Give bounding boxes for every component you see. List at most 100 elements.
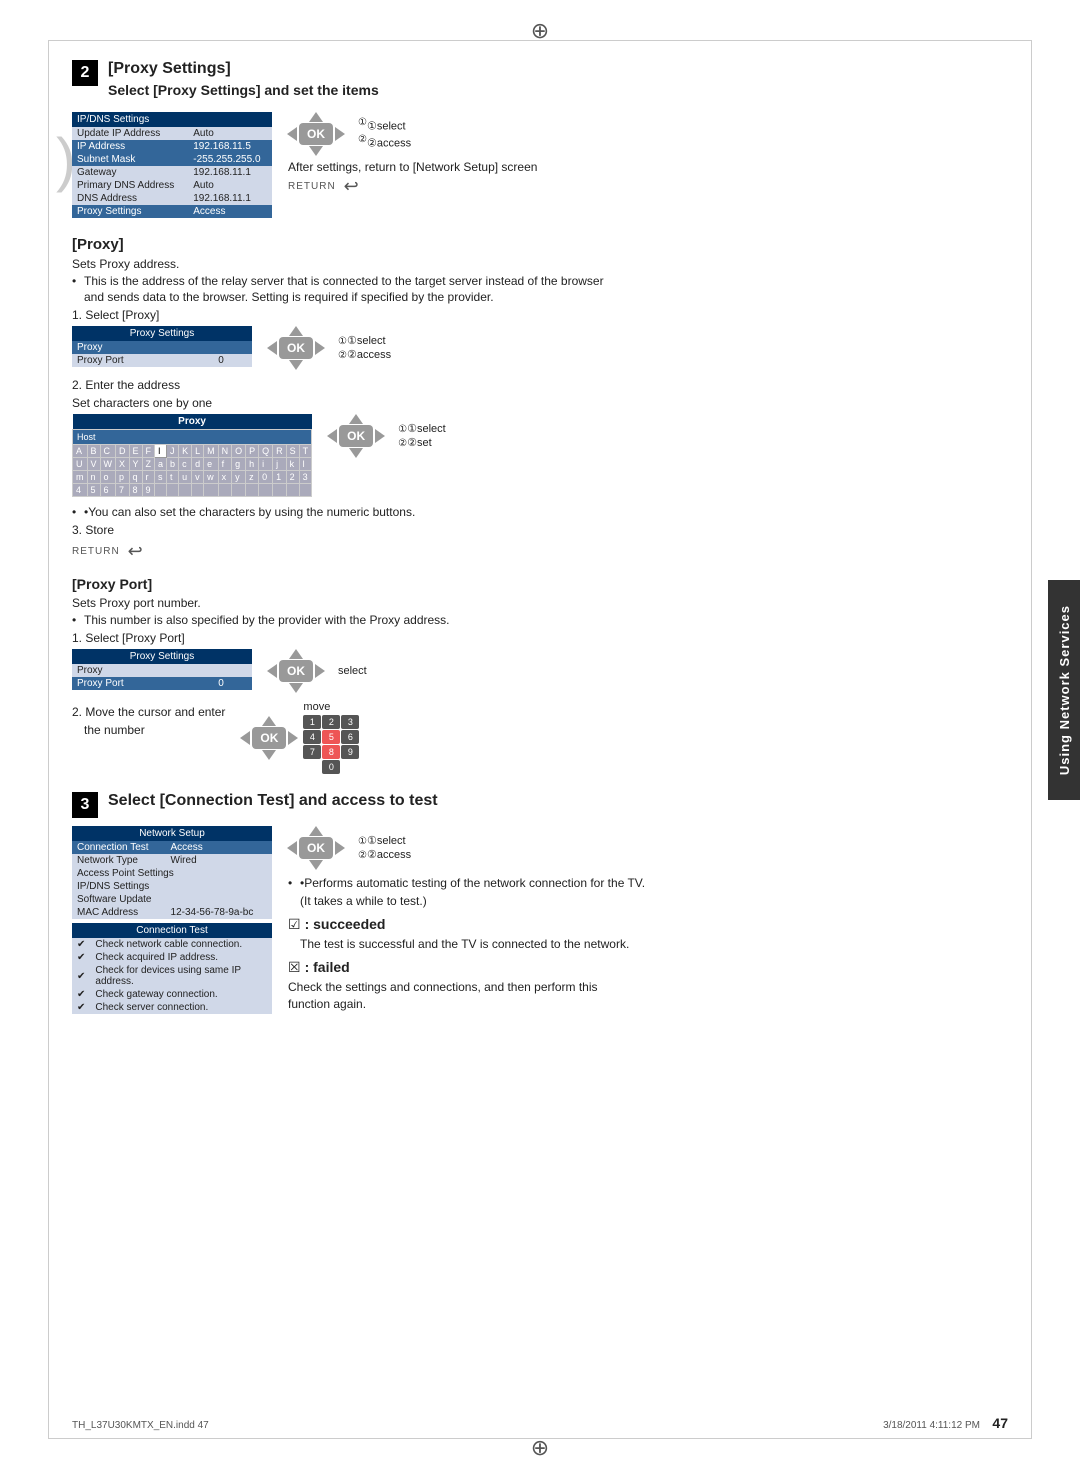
proxy-port-ok-block: OK select xyxy=(268,649,367,693)
proxy-set-label: ②②set xyxy=(398,436,446,449)
proxy-port-step1-content: Proxy Settings Proxy Proxy Port 0 xyxy=(72,649,1008,693)
proxy-port-step2b: the number xyxy=(72,723,225,737)
proxy-port-table: Proxy Settings Proxy Proxy Port 0 xyxy=(72,649,252,690)
row-label: Network Type xyxy=(72,854,166,867)
key-7: 7 xyxy=(303,745,321,759)
proxy-step2: 2. Enter the address xyxy=(72,378,1008,392)
key-0: 0 xyxy=(322,760,340,774)
move-annotation: move 1 2 3 4 5 6 7 8 9 0 xyxy=(303,701,359,774)
check-mark-icon: ☑ xyxy=(288,916,301,933)
proxy-annotation-2: ①①select ②②set xyxy=(398,422,446,450)
section2-title: [Proxy Settings] xyxy=(108,60,379,78)
section3-title: Select [Connection Test] and access to t… xyxy=(108,792,438,810)
proxy-port-table-col: Proxy Settings Proxy Proxy Port 0 xyxy=(72,649,252,690)
proxy-annotation: ①①select ②②access xyxy=(338,334,391,362)
section3-num: 3 xyxy=(72,792,98,818)
proxy-step1-content: Proxy Settings Proxy Proxy Port 0 xyxy=(72,326,1008,370)
table-row: Connection Test Access xyxy=(72,841,272,854)
section3-header: 3 Select [Connection Test] and access to… xyxy=(72,792,1008,818)
proxy-bullet1-cont: and sends data to the browser. Setting i… xyxy=(72,290,1008,304)
failed-block: ☒ : failed xyxy=(288,959,645,976)
compass-top-icon: ⊕ xyxy=(531,18,549,44)
proxy-settings-header: Proxy Settings xyxy=(72,326,252,341)
conn-test-table: Connection Test ✔ Check network cable co… xyxy=(72,923,272,1014)
key-4: 4 xyxy=(303,730,321,744)
ipdns-header: IP/DNS Settings xyxy=(72,112,272,127)
section3-select-label: ①①select xyxy=(358,834,411,847)
proxy-port-annotation: select xyxy=(338,665,367,678)
row-label: DNS Address xyxy=(72,192,188,205)
access-label: ②②access xyxy=(358,134,411,150)
section3-content: Network Setup Connection Test Access Net… xyxy=(72,826,1008,1014)
proxy-return-label: RETURN xyxy=(72,546,120,557)
proxy-kb-header: Proxy xyxy=(73,414,312,430)
table-row: IP/DNS Settings xyxy=(72,880,272,893)
right-margin xyxy=(1031,40,1032,1439)
ok-button-icon-3: OK xyxy=(328,414,384,458)
table-row: Proxy Settings Access xyxy=(72,205,272,218)
key-6: 6 xyxy=(341,730,359,744)
proxy-access-label: ②②access xyxy=(338,348,391,361)
proxy-ok-block-2: OK ①①select ②②set xyxy=(328,414,446,458)
footer-left: TH_L37U30KMTX_EN.indd 47 xyxy=(72,1420,209,1431)
row-label: Connection Test xyxy=(72,841,166,854)
table-row: Proxy xyxy=(72,341,252,354)
section3: 3 Select [Connection Test] and access to… xyxy=(72,792,1008,1014)
check-label: Check gateway connection. xyxy=(90,988,272,1001)
row-label: Update IP Address xyxy=(72,127,188,140)
ok-button-icon-6: OK xyxy=(288,826,344,870)
section3-performs-note: •Performs automatic testing of the netwo… xyxy=(288,876,645,890)
key-3: 3 xyxy=(341,715,359,729)
proxy-title: [Proxy] xyxy=(72,236,1008,253)
conn-test-header: Connection Test xyxy=(72,923,272,938)
row-value: 192.168.11.5 xyxy=(188,140,272,153)
row-value: Auto xyxy=(188,127,272,140)
check-icon: ✔ xyxy=(72,964,90,988)
footer-right: 3/18/2011 4:11:12 PM xyxy=(883,1420,980,1431)
x-mark-icon: ☒ xyxy=(288,959,301,976)
proxy-settings-table: Proxy Settings Proxy Proxy Port 0 xyxy=(72,326,252,367)
proxy-step2b: Set characters one by one xyxy=(72,396,1008,410)
proxy-step3: 3. Store xyxy=(72,523,1008,537)
succeeded-block: ☑ : succeeded xyxy=(288,916,645,933)
keyboard-row-3: mno pqr stu vwx yz0 123 xyxy=(73,471,312,484)
check-icon: ✔ xyxy=(72,988,90,1001)
table-row: Proxy xyxy=(72,664,252,677)
ipdns-settings-table: IP/DNS Settings Update IP Address Auto I… xyxy=(72,112,272,218)
row-label: Gateway xyxy=(72,166,188,179)
row-value: -255.255.255.0 xyxy=(188,153,272,166)
network-setup-header: Network Setup xyxy=(72,826,272,841)
ok-button-icon-5: OK xyxy=(241,716,297,760)
row-value: 0 xyxy=(213,677,252,690)
check-label: Check network cable connection. xyxy=(90,938,272,951)
proxy-port-step2-content: 2. Move the cursor and enter the number … xyxy=(72,701,1008,774)
numeric-keypad: 1 2 3 4 5 6 7 8 9 0 xyxy=(303,715,359,774)
return-row: RETURN ↩ xyxy=(288,176,537,197)
side-tab-label: Using Network Services xyxy=(1057,605,1072,775)
compass-bottom-icon: ⊕ xyxy=(531,1435,549,1461)
ok-button-icon-2: OK xyxy=(268,326,324,370)
table-row: ✔ Check acquired IP address. xyxy=(72,951,272,964)
table-row: ✔ Check network cable connection. xyxy=(72,938,272,951)
return-icon: ↩ xyxy=(344,176,359,197)
row-label: Proxy xyxy=(72,341,252,354)
check-icon: ✔ xyxy=(72,1001,90,1014)
keyboard-row-1: ABC DEF I JKL MNO PQR ST xyxy=(73,445,312,458)
table-row: Subnet Mask -255.255.255.0 xyxy=(72,153,272,166)
proxy-port-step1: 1. Select [Proxy Port] xyxy=(72,631,1008,645)
section2-ok-block: OK ①①select ②②access After settings, ret… xyxy=(288,112,537,205)
key-2: 2 xyxy=(322,715,340,729)
proxy-port-section: [Proxy Port] Sets Proxy port number. Thi… xyxy=(72,576,1008,774)
keyboard-row-2: UVW XYZ abc def ghi jkl xyxy=(73,458,312,471)
failed-desc2: function again. xyxy=(288,997,645,1011)
table-row: DNS Address 192.168.11.1 xyxy=(72,192,272,205)
proxy-step2-content: Proxy Host ABC DEF I JKL MNO PQR ST U xyxy=(72,414,1008,497)
row-label: Access Point Settings xyxy=(72,867,272,880)
section2-content: IP/DNS Settings Update IP Address Auto I… xyxy=(72,112,1008,222)
section3-ok-block: OK ①①select ②②access xyxy=(288,826,645,1014)
proxy-keyboard-col: Proxy Host ABC DEF I JKL MNO PQR ST U xyxy=(72,414,312,497)
section2-subtitle: Select [Proxy Settings] and set the item… xyxy=(108,82,379,98)
proxy-port-select-label: select xyxy=(338,665,367,677)
row-value: Access xyxy=(166,841,272,854)
network-setup-table: Network Setup Connection Test Access Net… xyxy=(72,826,272,919)
